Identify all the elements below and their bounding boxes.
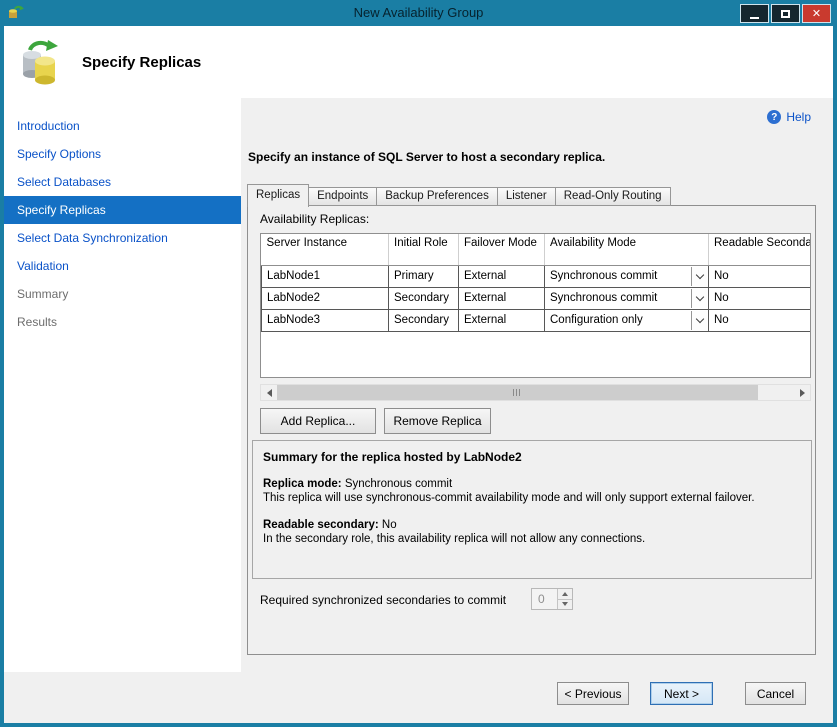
arrow-up-icon — [562, 589, 568, 596]
sidebar-item-specify-replicas[interactable]: Specify Replicas — [4, 196, 241, 224]
instruction-text: Specify an instance of SQL Server to hos… — [248, 150, 605, 164]
combobox-dropdown-button[interactable] — [691, 311, 707, 330]
sidebar-item-specify-options[interactable]: Specify Options — [4, 140, 241, 168]
close-icon: ✕ — [812, 7, 821, 20]
minimize-button[interactable] — [740, 4, 769, 23]
cell-server-instance: LabNode2 — [262, 287, 389, 309]
titlebar[interactable]: New Availability Group ✕ — [0, 0, 837, 26]
availability-mode-combobox[interactable]: Synchronous commit — [545, 265, 709, 287]
sidebar-item-select-databases[interactable]: Select Databases — [4, 168, 241, 196]
new-availability-group-window: New Availability Group ✕ Specify Replica… — [0, 0, 837, 727]
help-link[interactable]: ? Help — [767, 110, 811, 124]
close-button[interactable]: ✕ — [802, 4, 831, 23]
help-label: Help — [786, 110, 811, 124]
column-header-server-instance: Server Instance — [262, 234, 389, 265]
sidebar-item-introduction[interactable]: Introduction — [4, 112, 241, 140]
required-secondaries-spinner[interactable]: 0 — [531, 588, 573, 610]
availability-replicas-label: Availability Replicas: — [260, 212, 369, 226]
spinner-up-button[interactable] — [558, 589, 572, 599]
wizard-header: Specify Replicas — [4, 26, 833, 98]
cell-server-instance: LabNode3 — [262, 309, 389, 331]
availability-mode-combobox[interactable]: Synchronous commit — [545, 287, 709, 309]
sidebar-item-validation[interactable]: Validation — [4, 252, 241, 280]
remove-replica-button[interactable]: Remove Replica — [384, 408, 491, 434]
cell-readable-secondary: No — [709, 287, 812, 309]
replicas-tab-panel: Availability Replicas: Server Instance I… — [247, 205, 816, 655]
tab-backup-preferences[interactable]: Backup Preferences — [376, 187, 498, 206]
scrollbar-gripper-icon — [513, 389, 521, 396]
arrow-down-icon — [562, 602, 568, 609]
summary-title: Summary for the replica hosted by LabNod… — [263, 450, 801, 464]
add-replica-button[interactable]: Add Replica... — [260, 408, 376, 434]
cell-initial-role: Secondary — [389, 309, 459, 331]
readable-secondary-label: Readable secondary: — [263, 519, 379, 531]
spinner-value: 0 — [532, 589, 557, 609]
readable-secondary-value: No — [382, 519, 397, 531]
chevron-down-icon — [695, 314, 703, 322]
footer: < Previous Next > Cancel — [4, 672, 833, 723]
column-header-availability-mode: Availability Mode — [545, 234, 709, 265]
replica-row[interactable]: LabNode2 Secondary External Synchronous … — [262, 287, 812, 309]
scroll-left-icon — [263, 389, 272, 397]
sidebar-item-select-data-synchronization[interactable]: Select Data Synchronization — [4, 224, 241, 252]
column-header-readable-secondary: Readable Secondary — [709, 234, 812, 265]
chevron-down-icon — [695, 270, 703, 278]
cell-failover-mode: External — [459, 287, 545, 309]
scroll-right-icon — [800, 389, 809, 397]
tab-read-only-routing[interactable]: Read-Only Routing — [555, 187, 671, 206]
replica-row[interactable]: LabNode3 Secondary External Configuratio… — [262, 309, 812, 331]
replica-mode-description: This replica will use synchronous-commit… — [263, 491, 801, 505]
replica-mode-label: Replica mode: — [263, 478, 342, 490]
cell-failover-mode: External — [459, 265, 545, 287]
help-icon: ? — [767, 110, 781, 124]
page-title: Specify Replicas — [82, 54, 201, 71]
wizard-steps-sidebar: Introduction Specify Options Select Data… — [4, 98, 241, 672]
sidebar-item-results: Results — [4, 308, 241, 336]
summary-panel: Summary for the replica hosted by LabNod… — [252, 440, 812, 579]
main-content: ? Help Specify an instance of SQL Server… — [241, 98, 833, 672]
cell-initial-role: Primary — [389, 265, 459, 287]
cell-server-instance: LabNode1 — [262, 265, 389, 287]
maximize-icon — [781, 10, 790, 18]
tab-replicas[interactable]: Replicas — [247, 184, 309, 207]
scrollbar-track[interactable] — [277, 385, 794, 400]
required-secondaries-label: Required synchronized secondaries to com… — [260, 593, 506, 607]
combobox-dropdown-button[interactable] — [691, 267, 707, 286]
column-header-failover-mode: Failover Mode — [459, 234, 545, 265]
scroll-right-button[interactable] — [794, 385, 810, 400]
previous-button[interactable]: < Previous — [557, 682, 629, 705]
next-button[interactable]: Next > — [650, 682, 713, 705]
cancel-button[interactable]: Cancel — [745, 682, 806, 705]
sidebar-item-summary: Summary — [4, 280, 241, 308]
spinner-down-button[interactable] — [558, 599, 572, 610]
scrollbar-thumb[interactable] — [277, 385, 758, 400]
readable-secondary-description: In the secondary role, this availability… — [263, 532, 801, 546]
tab-strip: Replicas Endpoints Backup Preferences Li… — [247, 184, 670, 206]
tab-endpoints[interactable]: Endpoints — [308, 187, 377, 206]
tab-listener[interactable]: Listener — [497, 187, 556, 206]
chevron-down-icon — [695, 292, 703, 300]
minimize-icon — [750, 17, 759, 19]
availability-mode-combobox[interactable]: Configuration only — [545, 309, 709, 331]
replica-row[interactable]: LabNode1 Primary External Synchronous co… — [262, 265, 812, 287]
scroll-left-button[interactable] — [261, 385, 277, 400]
cell-failover-mode: External — [459, 309, 545, 331]
cell-readable-secondary: No — [709, 309, 812, 331]
horizontal-scrollbar[interactable] — [260, 384, 811, 401]
replicas-grid: Server Instance Initial Role Failover Mo… — [260, 233, 811, 378]
combobox-dropdown-button[interactable] — [691, 289, 707, 308]
cell-initial-role: Secondary — [389, 287, 459, 309]
maximize-button[interactable] — [771, 4, 800, 23]
window-title: New Availability Group — [0, 0, 837, 26]
column-header-initial-role: Initial Role — [389, 234, 459, 265]
database-replica-icon — [18, 38, 66, 86]
replica-mode-value: Synchronous commit — [345, 478, 452, 490]
cell-readable-secondary: No — [709, 265, 812, 287]
